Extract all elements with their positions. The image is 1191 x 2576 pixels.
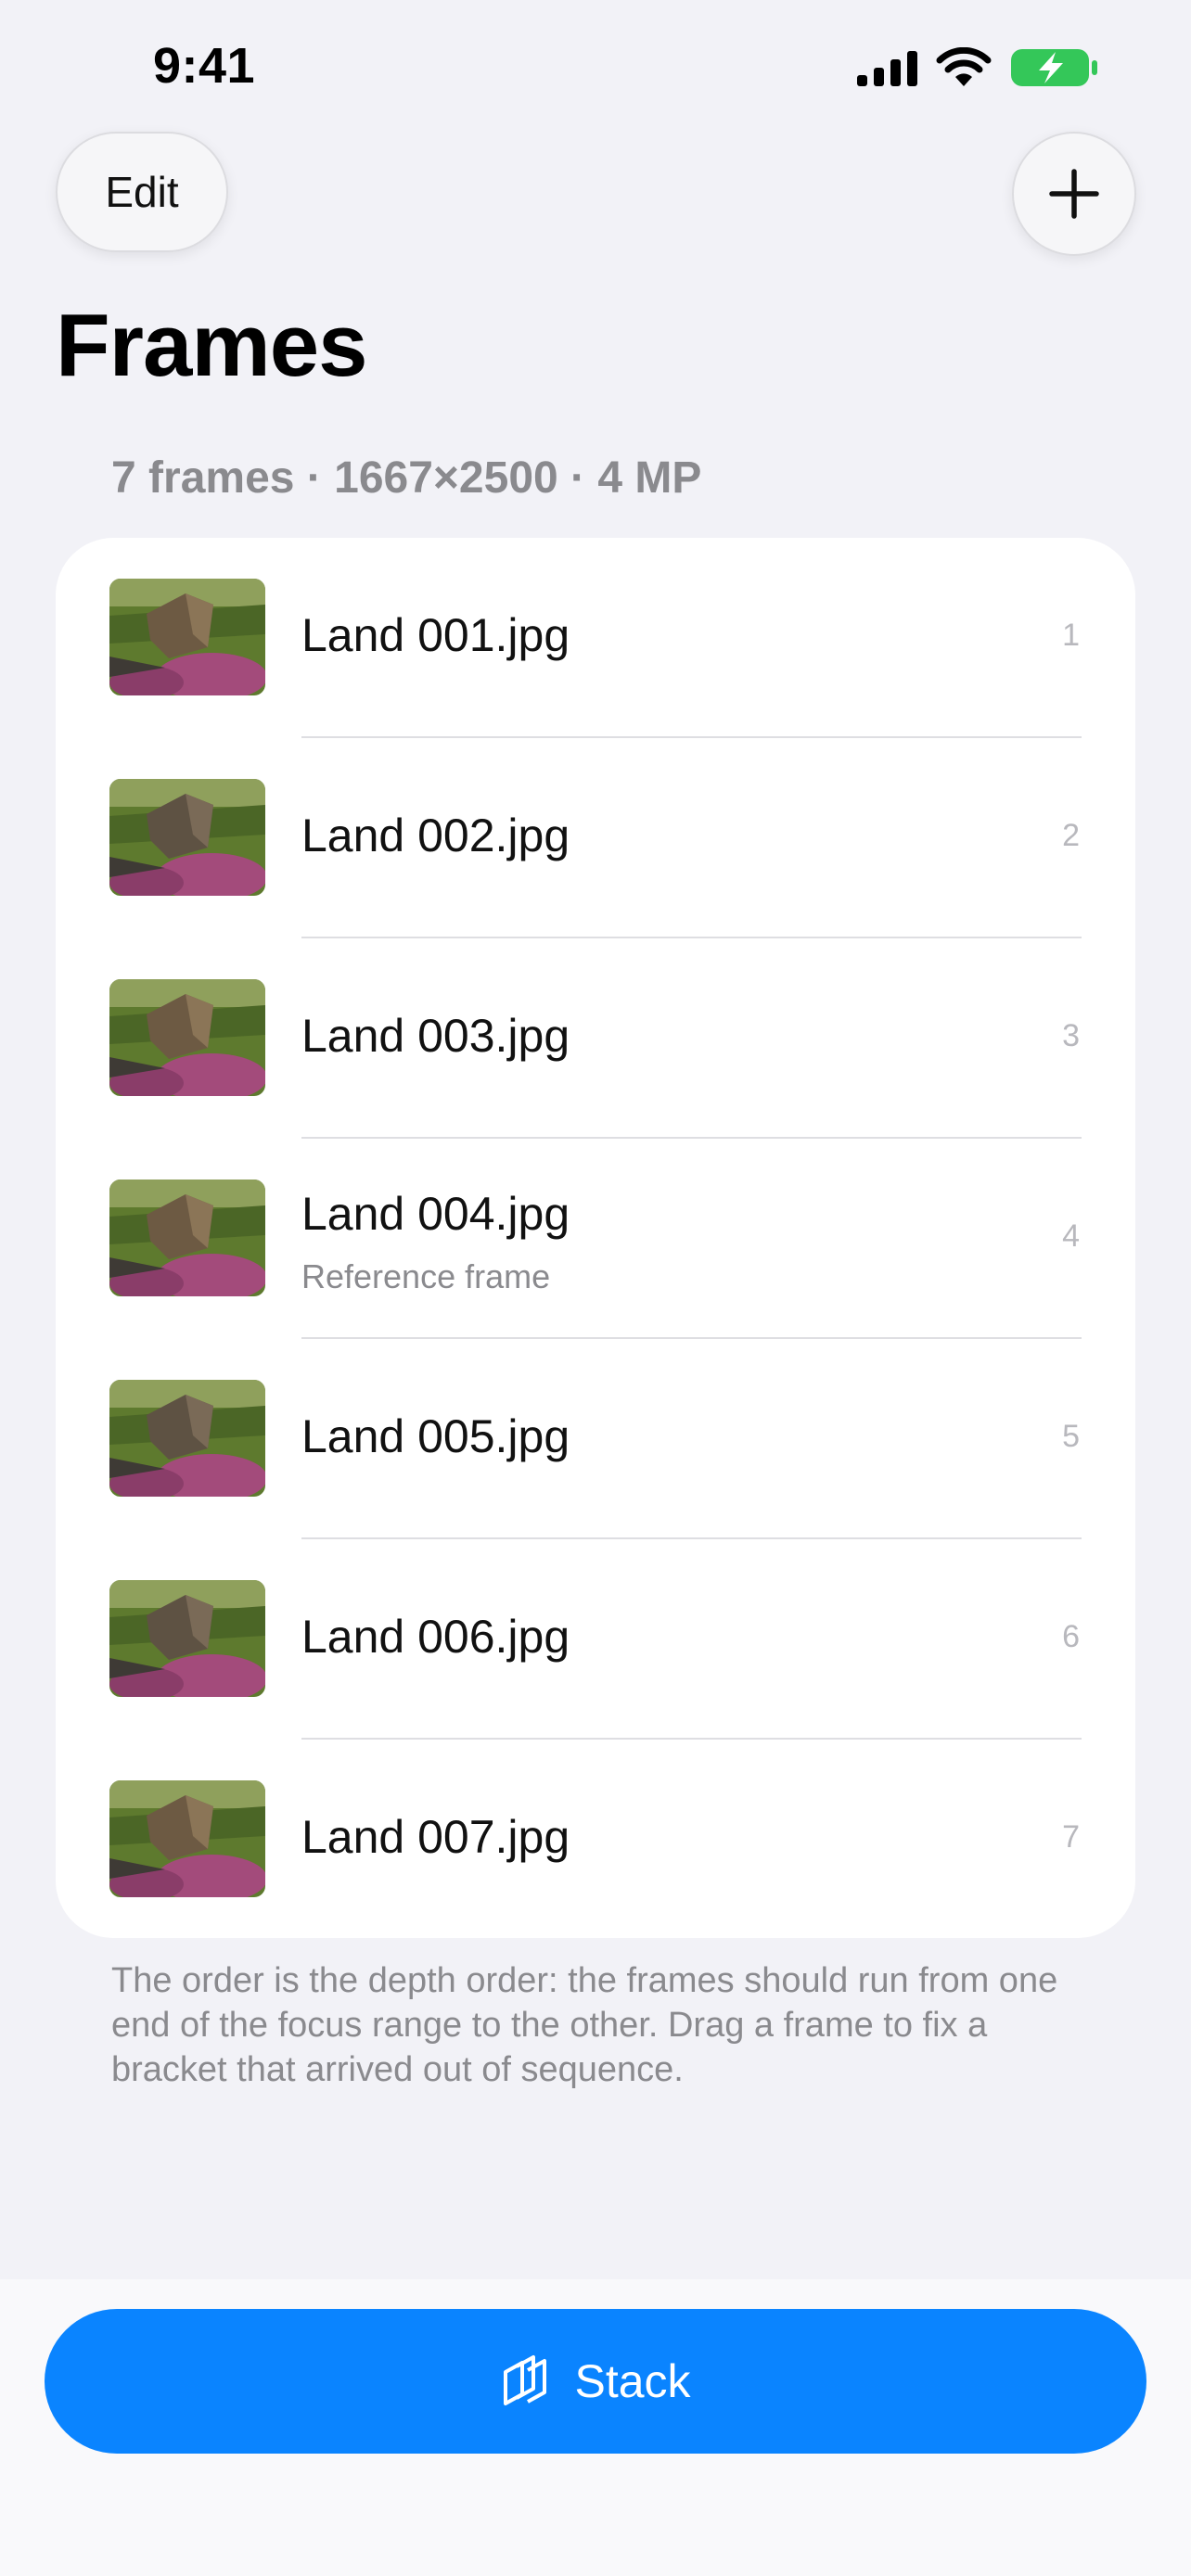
cellular-signal-icon bbox=[857, 51, 917, 86]
stack-button[interactable]: Stack bbox=[45, 2309, 1146, 2454]
edit-button-label: Edit bbox=[105, 168, 179, 216]
frame-row[interactable]: Land 003.jpg 3 bbox=[56, 938, 1135, 1139]
page-title: Frames bbox=[56, 296, 368, 395]
frame-row[interactable]: Land 005.jpg 5 bbox=[56, 1339, 1135, 1539]
section-header: 7 frames · 1667×2500 · 4 MP bbox=[111, 453, 702, 503]
frame-index: 1 bbox=[1062, 618, 1080, 653]
status-icons bbox=[857, 46, 1098, 89]
reference-frame-label: Reference frame bbox=[301, 1257, 551, 1295]
frame-name: Land 007.jpg bbox=[301, 1811, 570, 1863]
frame-index: 6 bbox=[1062, 1619, 1080, 1654]
frame-thumbnail bbox=[109, 1580, 265, 1697]
frame-index: 2 bbox=[1062, 818, 1080, 853]
stack-icon bbox=[504, 2355, 547, 2405]
frame-name: Land 004.jpg bbox=[301, 1188, 570, 1240]
frame-index: 4 bbox=[1062, 1218, 1080, 1254]
wifi-icon bbox=[936, 47, 992, 86]
frame-row[interactable]: Land 001.jpg 1 bbox=[56, 538, 1135, 738]
plus-icon bbox=[1049, 169, 1099, 219]
frame-name: Land 001.jpg bbox=[301, 609, 570, 661]
frame-row-reference[interactable]: Land 004.jpg Reference frame 4 bbox=[56, 1139, 1135, 1339]
frame-thumbnail bbox=[109, 1380, 265, 1497]
frame-name: Land 003.jpg bbox=[301, 1010, 570, 1062]
footer-note: The order is the depth order: the frames… bbox=[111, 1961, 1058, 2089]
frame-thumbnail bbox=[109, 979, 265, 1096]
frame-index: 3 bbox=[1062, 1018, 1080, 1053]
frame-row[interactable]: Land 006.jpg 6 bbox=[56, 1539, 1135, 1740]
frame-index: 5 bbox=[1062, 1419, 1080, 1454]
frame-row[interactable]: Land 007.jpg 7 bbox=[56, 1740, 1135, 1938]
battery-charging-icon bbox=[1011, 49, 1097, 86]
edit-button[interactable]: Edit bbox=[56, 132, 228, 252]
frame-thumbnail bbox=[109, 1180, 265, 1296]
frame-thumbnail bbox=[109, 779, 265, 896]
status-time: 9:41 bbox=[153, 38, 256, 94]
frame-index: 7 bbox=[1062, 1819, 1080, 1855]
frame-row[interactable]: Land 002.jpg 2 bbox=[56, 738, 1135, 938]
frame-name: Land 002.jpg bbox=[301, 810, 570, 861]
frame-name: Land 006.jpg bbox=[301, 1611, 570, 1663]
stack-button-label: Stack bbox=[574, 2355, 691, 2407]
add-frame-button[interactable] bbox=[1012, 132, 1136, 256]
frame-name: Land 005.jpg bbox=[301, 1410, 570, 1462]
frame-thumbnail bbox=[109, 579, 265, 695]
frames-list: Land 001.jpg 1 Land 002.jpg 2 Land 003.j… bbox=[56, 538, 1135, 1938]
frame-thumbnail bbox=[109, 1780, 265, 1897]
status-bar: 9:41 bbox=[0, 0, 1191, 130]
